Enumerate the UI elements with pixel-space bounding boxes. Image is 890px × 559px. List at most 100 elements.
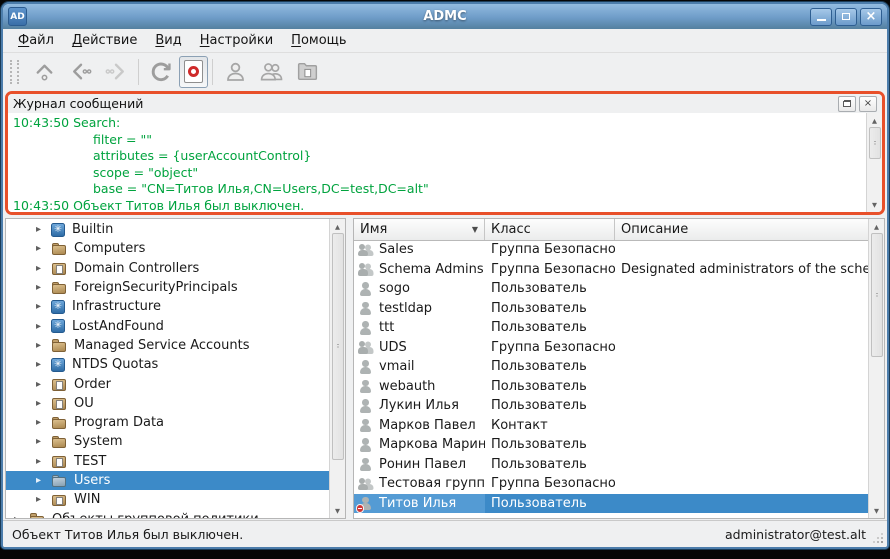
tree-item-builtin[interactable]: ▸Builtin bbox=[6, 220, 329, 239]
table-row-lukin-ilya[interactable]: Лукин ИльяПользователь bbox=[354, 396, 868, 416]
menu-view[interactable]: Вид bbox=[146, 31, 190, 50]
tree-item-test[interactable]: ▸TEST bbox=[6, 452, 329, 471]
tree-item-infrastructure[interactable]: ▸Infrastructure bbox=[6, 297, 329, 316]
user-icon bbox=[358, 282, 373, 297]
table-row-markova-marina[interactable]: Маркова МаринаПользователь bbox=[354, 435, 868, 455]
scroll-up-icon[interactable]: ▲ bbox=[867, 114, 882, 127]
table-row-testldap[interactable]: testldapПользователь bbox=[354, 299, 868, 319]
dock-close-button[interactable]: × bbox=[859, 96, 877, 112]
menu-action[interactable]: Действие bbox=[63, 31, 146, 50]
dock-float-button[interactable] bbox=[838, 96, 856, 112]
scroll-down-icon[interactable]: ▼ bbox=[330, 504, 345, 517]
menu-file[interactable]: Файл bbox=[9, 31, 63, 50]
expand-arrow-icon[interactable]: ▸ bbox=[36, 321, 51, 332]
scroll-down-icon[interactable]: ▼ bbox=[867, 198, 882, 211]
tree-item-domain-controllers[interactable]: ▸Domain Controllers bbox=[6, 259, 329, 278]
tree-scrollbar-thumb[interactable] bbox=[332, 233, 344, 460]
table-row-uds[interactable]: UDSГруппа Безопасност... bbox=[354, 338, 868, 358]
close-button[interactable]: × bbox=[860, 8, 882, 26]
table-scrollbar-thumb[interactable] bbox=[871, 233, 883, 357]
navigate-up-button[interactable] bbox=[26, 55, 62, 89]
user-icon bbox=[358, 438, 373, 453]
tree-item-system[interactable]: ▸System bbox=[6, 432, 329, 451]
expand-arrow-icon[interactable]: ▸ bbox=[14, 514, 29, 518]
table-row-sales[interactable]: SalesГруппа Безопасност... bbox=[354, 240, 868, 260]
refresh-button[interactable] bbox=[143, 55, 179, 89]
expand-arrow-icon[interactable]: ▸ bbox=[36, 436, 51, 447]
window-title: ADMC bbox=[3, 9, 887, 24]
log-line: 10:43:50 Объект Титов Илья был выключен. bbox=[13, 198, 867, 212]
refresh-icon bbox=[148, 59, 174, 85]
log-line: attributes = {userAccountControl} bbox=[13, 148, 867, 165]
expand-arrow-icon[interactable]: ▸ bbox=[36, 340, 51, 351]
column-header-description[interactable]: Описание bbox=[615, 219, 884, 240]
maximize-icon bbox=[842, 13, 850, 20]
expand-arrow-icon[interactable]: ▸ bbox=[36, 494, 51, 505]
navigate-back-icon bbox=[68, 59, 93, 84]
navigate-forward-button[interactable] bbox=[98, 55, 134, 89]
expand-arrow-icon[interactable]: ▸ bbox=[36, 456, 51, 467]
table-row-test-group[interactable]: Тестовая группаГруппа Безопасност... bbox=[354, 474, 868, 494]
expand-arrow-icon[interactable]: ▸ bbox=[36, 475, 51, 486]
user-icon bbox=[358, 399, 373, 414]
log-scrollbar[interactable]: ▲ ▼ bbox=[866, 113, 882, 212]
table-scrollbar[interactable]: ▲ ▼ bbox=[868, 219, 884, 518]
table-row-sogo[interactable]: sogoПользователь bbox=[354, 279, 868, 299]
tree-item-order[interactable]: ▸Order bbox=[6, 374, 329, 393]
expand-arrow-icon[interactable]: ▸ bbox=[36, 398, 51, 409]
table-row-webauth[interactable]: webauthПользователь bbox=[354, 377, 868, 397]
message-log-toggle-button[interactable] bbox=[179, 56, 208, 88]
tree-item-lostandfound[interactable]: ▸LostAndFound bbox=[6, 316, 329, 335]
create-ou-button[interactable] bbox=[289, 55, 325, 89]
log-line: scope = "object" bbox=[13, 165, 867, 182]
table-row-schema-admins[interactable]: Schema AdminsГруппа Безопасност...Design… bbox=[354, 260, 868, 280]
user-icon bbox=[358, 379, 373, 394]
tree-item-managed-service-accounts[interactable]: ▸Managed Service Accounts bbox=[6, 336, 329, 355]
tree-item-foreignsecurityprincipals[interactable]: ▸ForeignSecurityPrincipals bbox=[6, 278, 329, 297]
expand-arrow-icon[interactable]: ▸ bbox=[36, 243, 51, 254]
expand-arrow-icon[interactable]: ▸ bbox=[36, 359, 51, 370]
tree-item-computers[interactable]: ▸Computers bbox=[6, 239, 329, 258]
disabled-badge-icon bbox=[356, 504, 365, 513]
table-row-ronin-pavel[interactable]: Ронин ПавелПользователь bbox=[354, 455, 868, 475]
create-user-button[interactable] bbox=[217, 55, 253, 89]
tree-item-group-policy-objects[interactable]: ▸Объекты групповой политики bbox=[6, 509, 329, 518]
log-scrollbar-thumb[interactable] bbox=[869, 127, 881, 159]
column-header-name[interactable]: Имя▼ bbox=[354, 219, 485, 240]
menu-help[interactable]: Помощь bbox=[282, 31, 355, 50]
tree-item-program-data[interactable]: ▸Program Data bbox=[6, 413, 329, 432]
tree-item-ntds-quotas[interactable]: ▸NTDS Quotas bbox=[6, 355, 329, 374]
expand-arrow-icon[interactable]: ▸ bbox=[36, 282, 51, 293]
table-row-titov-ilya[interactable]: Титов ИльяПользователь bbox=[354, 494, 868, 514]
tree-scrollbar[interactable]: ▲ ▼ bbox=[329, 219, 345, 518]
scroll-up-icon[interactable]: ▲ bbox=[869, 220, 884, 233]
panel-splitter[interactable] bbox=[346, 218, 353, 519]
folder-icon bbox=[51, 242, 67, 256]
tree-item-users[interactable]: ▸Users bbox=[6, 471, 329, 490]
navigate-back-button[interactable] bbox=[62, 55, 98, 89]
expand-arrow-icon[interactable]: ▸ bbox=[36, 417, 51, 428]
table-row-vmail[interactable]: vmailПользователь bbox=[354, 357, 868, 377]
tree-item-ou[interactable]: ▸OU bbox=[6, 394, 329, 413]
minimize-button[interactable] bbox=[810, 8, 832, 26]
scroll-down-icon[interactable]: ▼ bbox=[869, 504, 884, 517]
container-icon bbox=[51, 358, 65, 372]
folder-icon bbox=[51, 338, 67, 352]
expand-arrow-icon[interactable]: ▸ bbox=[36, 263, 51, 274]
create-group-button[interactable] bbox=[253, 55, 289, 89]
container-icon bbox=[51, 223, 65, 237]
resize-grip[interactable] bbox=[873, 533, 884, 544]
maximize-button[interactable] bbox=[835, 8, 857, 26]
message-log-icon bbox=[184, 60, 203, 83]
expand-arrow-icon[interactable]: ▸ bbox=[36, 301, 51, 312]
tree-item-win[interactable]: ▸WIN bbox=[6, 490, 329, 509]
scroll-up-icon[interactable]: ▲ bbox=[330, 220, 345, 233]
expand-arrow-icon[interactable]: ▸ bbox=[36, 379, 51, 390]
menu-settings[interactable]: Настройки bbox=[191, 31, 282, 50]
column-header-class[interactable]: Класс bbox=[485, 219, 615, 240]
table-row-ttt[interactable]: tttПользователь bbox=[354, 318, 868, 338]
ou-folder-icon bbox=[51, 261, 67, 275]
toolbar-drag-handle[interactable] bbox=[10, 60, 19, 84]
expand-arrow-icon[interactable]: ▸ bbox=[36, 224, 51, 235]
table-row-markov-pavel[interactable]: Марков ПавелКонтакт bbox=[354, 416, 868, 436]
